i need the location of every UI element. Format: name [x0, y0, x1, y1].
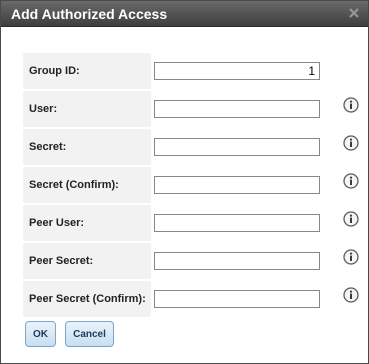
- user-label: User:: [23, 91, 151, 127]
- info-icon[interactable]: [343, 287, 359, 303]
- group-id-label: Group ID:: [23, 53, 151, 89]
- close-icon[interactable]: [347, 6, 361, 20]
- group-id-input[interactable]: [154, 62, 320, 80]
- info-icon[interactable]: [343, 135, 359, 151]
- ok-button[interactable]: OK: [25, 321, 56, 347]
- info-icon[interactable]: [343, 97, 359, 113]
- form-row-user: User:: [23, 91, 359, 129]
- secret-confirm-label: Secret (Confirm):: [23, 167, 151, 203]
- info-icon[interactable]: [343, 211, 359, 227]
- dialog-title: Add Authorized Access: [11, 6, 168, 22]
- user-input[interactable]: [154, 100, 320, 118]
- peer-secret-confirm-input[interactable]: [154, 290, 320, 308]
- secret-confirm-input[interactable]: [154, 176, 320, 194]
- form-row-secret: Secret:: [23, 129, 359, 167]
- peer-secret-confirm-label: Peer Secret (Confirm):: [23, 281, 151, 317]
- peer-secret-input[interactable]: [154, 252, 320, 270]
- secret-label: Secret:: [23, 129, 151, 165]
- info-icon[interactable]: [343, 249, 359, 265]
- form-row-secret-confirm: Secret (Confirm):: [23, 167, 359, 205]
- peer-secret-label: Peer Secret:: [23, 243, 151, 279]
- form-row-group-id: Group ID:: [23, 53, 343, 91]
- form-row-peer-user: Peer User:: [23, 205, 359, 243]
- form-row-peer-secret-confirm: Peer Secret (Confirm):: [23, 281, 359, 319]
- dialog-titlebar[interactable]: Add Authorized Access: [1, 1, 368, 27]
- form-row-peer-secret: Peer Secret:: [23, 243, 359, 281]
- peer-user-label: Peer User:: [23, 205, 151, 241]
- peer-user-input[interactable]: [154, 214, 320, 232]
- info-icon[interactable]: [343, 173, 359, 189]
- secret-input[interactable]: [154, 138, 320, 156]
- cancel-button[interactable]: Cancel: [65, 321, 114, 347]
- add-authorized-access-dialog: Add Authorized Access Group ID: User: Se…: [0, 0, 369, 364]
